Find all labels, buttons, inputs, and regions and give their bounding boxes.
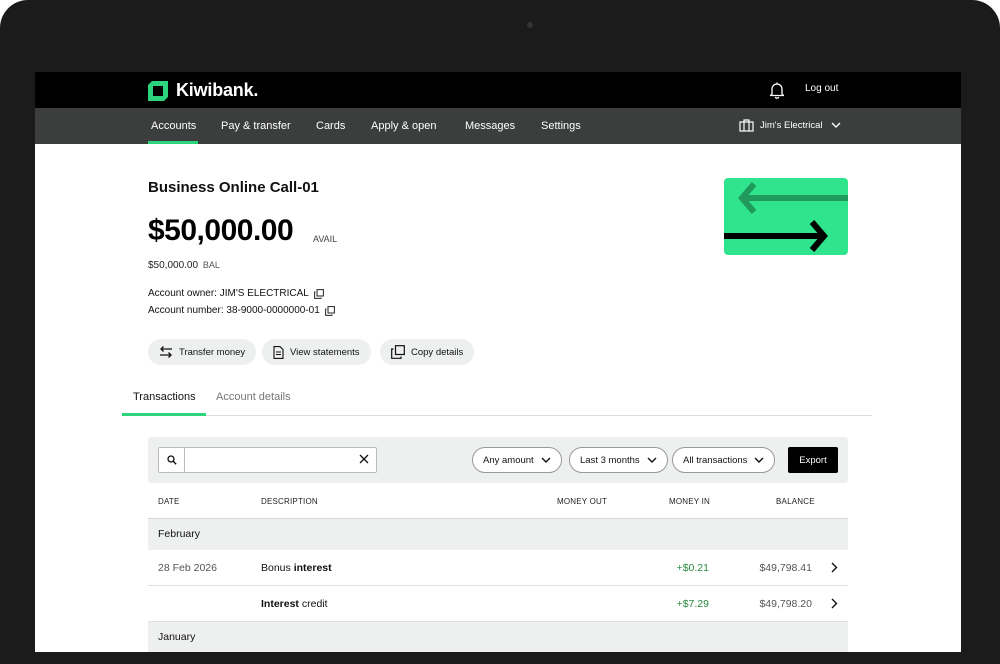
search-button[interactable] [159, 448, 185, 472]
tab-active-indicator [122, 413, 206, 416]
briefcase-icon [739, 119, 754, 132]
business-name: Jim's Electrical [760, 120, 823, 131]
tx-description-bold: interest [293, 562, 332, 574]
logo-mark-icon [148, 80, 168, 101]
nav-active-indicator [148, 141, 198, 144]
chevron-down-icon [831, 122, 841, 128]
logout-link[interactable]: Log out [805, 83, 838, 94]
table-row[interactable]: 28 Feb 2026 Bonus interest +$0.21 $49,79… [148, 550, 848, 586]
account-owner-line: Account owner: JIM'S ELECTRICAL [148, 288, 324, 299]
screen: Kiwibank. Log out Accounts Pay & transfe… [35, 72, 961, 652]
account-card-image [724, 178, 848, 255]
copy-icon[interactable] [324, 305, 335, 316]
column-header-money-in[interactable]: MONEY IN [669, 497, 710, 506]
available-label: AVAIL [313, 234, 338, 244]
tx-balance: $49,798.20 [759, 598, 812, 610]
amount-filter-label: Any amount [483, 454, 534, 466]
nav-item-cards[interactable]: Cards [316, 120, 345, 132]
business-switcher[interactable]: Jim's Electrical [739, 119, 847, 132]
search-box [158, 447, 377, 473]
tx-description-suffix: credit [301, 598, 328, 610]
tx-money-in: +$0.21 [676, 562, 709, 574]
month-group-header: January [148, 622, 848, 652]
month-label: January [158, 631, 196, 643]
copy-icon [391, 345, 405, 359]
current-balance: $50,000.00 [148, 260, 199, 271]
chevron-right-icon[interactable] [831, 562, 838, 573]
owner-label: Account owner: [148, 288, 217, 299]
account-number-line: Account number: 38-9000-0000000-01 [148, 305, 335, 316]
filter-bar: Any amount Last 3 months All transaction… [148, 437, 848, 483]
tx-balance: $49,798.41 [759, 562, 812, 574]
nav-item-pay-transfer[interactable]: Pay & transfer [221, 120, 291, 132]
export-button[interactable]: Export [788, 447, 838, 473]
tx-description: Interest credit [261, 598, 328, 610]
chevron-right-icon[interactable] [831, 598, 838, 609]
main-nav: Accounts Pay & transfer Cards Apply & op… [35, 108, 961, 144]
number-value: 38-9000-0000000-01 [226, 305, 320, 316]
copy-details-button[interactable]: Copy details [380, 339, 475, 365]
type-filter-dropdown[interactable]: All transactions [672, 447, 776, 473]
chevron-down-icon [647, 457, 657, 463]
chevron-down-icon [754, 457, 764, 463]
type-filter-label: All transactions [683, 454, 748, 466]
kiwibank-logo[interactable]: Kiwibank. [148, 80, 258, 101]
view-statements-button[interactable]: View statements [262, 339, 371, 365]
amount-filter-dropdown[interactable]: Any amount [472, 447, 562, 473]
nav-item-apply-open[interactable]: Apply & open [371, 120, 436, 132]
search-icon [166, 455, 177, 465]
account-title: Business Online Call-01 [148, 179, 319, 196]
tx-description-bold: Interest [261, 598, 299, 610]
tx-date: 28 Feb 2026 [158, 562, 217, 574]
column-header-money-out[interactable]: MONEY OUT [557, 497, 607, 506]
transfer-money-button[interactable]: Transfer money [148, 339, 257, 365]
view-statements-label: View statements [290, 346, 360, 358]
period-filter-label: Last 3 months [580, 454, 640, 466]
tab-account-details[interactable]: Account details [216, 391, 291, 403]
copy-details-label: Copy details [411, 346, 464, 358]
search-input[interactable] [186, 448, 351, 472]
copy-icon[interactable] [313, 288, 324, 299]
balance-label: BAL [202, 260, 220, 270]
top-bar: Kiwibank. Log out [35, 72, 961, 108]
month-label: February [158, 528, 201, 540]
month-group-header: February [148, 519, 848, 550]
nav-item-accounts[interactable]: Accounts [151, 120, 196, 132]
transfer-money-label: Transfer money [179, 346, 246, 358]
column-header-description[interactable]: DESCRIPTION [261, 497, 318, 506]
current-balance-line: $50,000.00 BAL [148, 260, 220, 271]
laptop-bezel: Kiwibank. Log out Accounts Pay & transfe… [0, 0, 1000, 664]
clear-icon[interactable] [359, 454, 369, 464]
nav-item-settings[interactable]: Settings [541, 120, 581, 132]
column-header-balance[interactable]: BALANCE [776, 497, 815, 506]
transfer-arrows-graphic [724, 182, 848, 252]
tx-description: Bonus interest [261, 562, 332, 574]
document-icon [273, 345, 284, 359]
table-row[interactable]: Interest credit +$7.29 $49,798.20 [148, 586, 848, 622]
transfer-arrows-icon [160, 346, 172, 358]
brand-name: Kiwibank. [176, 80, 259, 100]
owner-value: JIM'S ELECTRICAL [219, 288, 309, 299]
tab-transactions[interactable]: Transactions [133, 391, 196, 403]
number-label: Account number: [148, 305, 224, 316]
nav-item-messages[interactable]: Messages [465, 120, 515, 132]
chevron-down-icon [541, 457, 551, 463]
tx-description-prefix: Bonus [261, 562, 291, 574]
tab-divider [122, 415, 872, 416]
column-header-date[interactable]: DATE [158, 497, 180, 506]
available-balance: $50,000.00 [148, 214, 294, 247]
bell-icon[interactable] [768, 81, 786, 99]
period-filter-dropdown[interactable]: Last 3 months [569, 447, 668, 473]
camera-icon [527, 22, 533, 28]
tx-money-in: +$7.29 [676, 598, 709, 610]
